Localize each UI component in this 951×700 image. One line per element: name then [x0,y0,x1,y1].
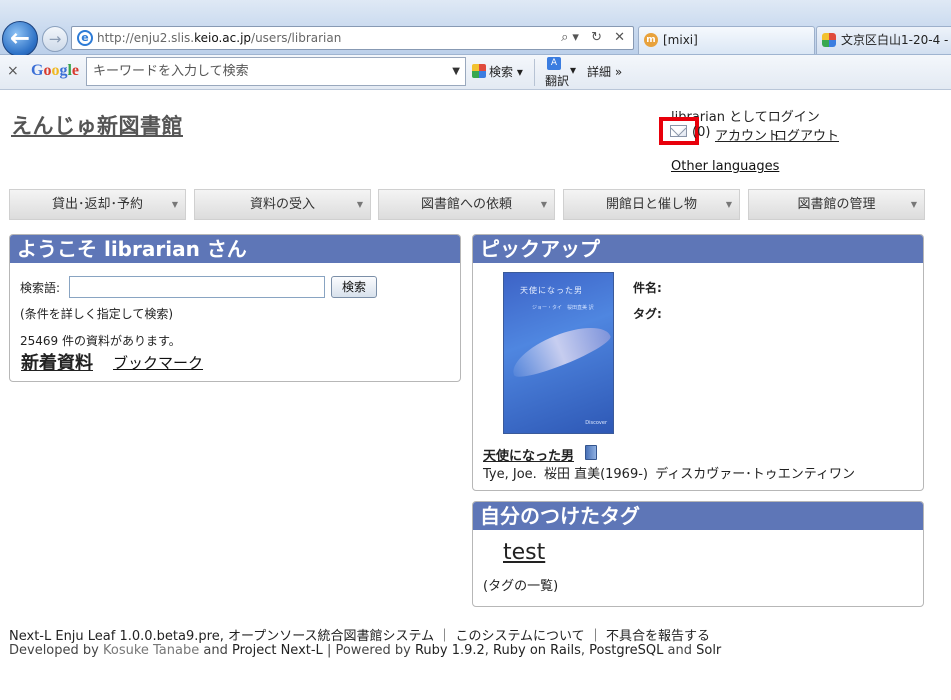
cover-publisher: Discover [585,420,607,426]
toolbar-close-icon[interactable]: × [7,63,19,79]
menu-requests[interactable]: 図書館への依頼 ▼ [378,189,555,220]
caret-down-icon: ▼ [910,200,917,209]
address-bar[interactable]: e http://enju2.slis.keio.ac.jp/users/lib… [71,26,634,50]
toolbar-divider [534,59,535,86]
google-logo: Google [31,62,80,79]
google-maps-icon [822,33,836,47]
back-button[interactable]: ← [2,21,38,57]
my-tags-heading: 自分のつけたタグ [473,502,923,530]
book-title-link[interactable]: 天使になった男 [483,445,574,464]
bookmark-link[interactable]: ブックマーク [113,352,203,373]
feather-illustration [506,316,613,384]
report-bug-link[interactable]: 不具合を報告する [606,629,710,644]
google-toolbar: × Google キーワードを入力して検索 ▼ 検索 ▾ A 翻訳 ▾ 詳細 » [0,55,951,90]
resource-count: 25469 件の資料があります。 [20,334,181,348]
google-icon [472,64,486,78]
tag-list: (タグの一覧) [483,579,559,594]
caret-down-icon: ▼ [540,200,547,209]
tab-mixi[interactable]: m [mixi] [638,26,815,54]
project-link[interactable]: Project Next-L [232,643,323,658]
ruby-link[interactable]: Ruby 1.9.2 [415,643,485,658]
rails-link[interactable]: Ruby on Rails [493,643,581,658]
menu-events[interactable]: 開館日と催し物 ▼ [563,189,740,220]
logout-link[interactable]: ログアウト [774,125,839,144]
menu-circulation[interactable]: 貸出･返却･予約 ▼ [9,189,186,220]
translate-icon: A [547,57,561,70]
site-title[interactable]: えんじゅ新図書館 [11,110,183,140]
tag-label: タグ: [633,307,662,321]
address-tools[interactable]: ⌕▾ ↻ ✕ [561,27,629,49]
pickup-heading: ピックアップ [473,235,923,263]
welcome-panel: ようこそ librarian さん 検索語: 検索 (条件を詳しく指定して検索)… [9,234,461,382]
caret-down-icon: ▼ [171,200,178,209]
footer-line-2: Developed by Kosuke Tanabe and Project N… [9,643,722,658]
other-languages-link[interactable]: Other languages [671,159,779,174]
tag-list-link[interactable]: タグの一覧 [488,579,553,594]
chevron-down-icon[interactable]: ▾ [570,63,576,77]
creator-list: Tye, Joe. 桜田 直美(1969-) ディスカヴァー･トゥエンティワン [483,463,858,482]
creator-link[interactable]: 桜田 直美(1969-) [544,467,648,482]
creator-link[interactable]: Tye, Joe. [483,467,537,482]
main-menu: 貸出･返却･予約 ▼ 資料の受入 ▼ 図書館への依頼 ▼ 開館日と催し物 ▼ 図書館の管… [9,189,927,220]
caret-down-icon: ▼ [356,200,363,209]
about-link[interactable]: このシステムについて [455,629,584,644]
chevron-down-icon[interactable]: ▼ [452,58,460,85]
product-link[interactable]: Next-L Enju Leaf 1.0.0.beta9.pre [9,629,220,644]
footer-line-1: Next-L Enju Leaf 1.0.0.beta9.pre, オープンソー… [9,629,710,644]
forward-button[interactable]: → [42,26,68,52]
publisher-link[interactable]: ディスカヴァー･トゥエンティワン [655,467,855,482]
search-input[interactable] [69,276,325,298]
caret-down-icon: ▼ [725,200,732,209]
subject-label: 件名: [633,281,662,295]
mixi-icon: m [644,33,658,47]
cover-author: ジョー・タイ 桜田直美 訳 [532,305,594,311]
toolbar-translate-button[interactable]: 翻訳 [545,72,569,89]
toolbar-more-button[interactable]: 詳細 » [587,63,622,80]
menu-acquisition[interactable]: 資料の受入 ▼ [194,189,371,220]
search-button[interactable]: 検索 [331,276,377,298]
advanced-search: (条件を詳しく指定して検索) [20,307,174,321]
address-url: http://enju2.slis.keio.ac.jp/users/libra… [97,31,342,45]
toolbar-search-input[interactable]: キーワードを入力して検索 ▼ [86,57,466,86]
pickup-panel: ピックアップ 天使になった男 ジョー・タイ 桜田直美 訳 Discover 件名… [472,234,924,491]
mail-count: (0) [692,125,711,140]
book-icon [585,445,597,460]
postgresql-link[interactable]: PostgreSQL [589,643,663,658]
solr-link[interactable]: Solr [696,643,721,658]
browser-chrome: ← → e http://enju2.slis.keio.ac.jp/users… [0,0,951,57]
tag-link[interactable]: test [503,540,545,565]
author-link[interactable]: Kosuke Tanabe [103,643,199,658]
toolbar-search-button[interactable]: 検索 ▾ [472,63,523,80]
tab-map[interactable]: 文京区白山1-20-4 - [816,26,951,54]
account-link[interactable]: アカウント [715,125,780,144]
book-cover[interactable]: 天使になった男 ジョー・タイ 桜田直美 訳 Discover [503,272,614,434]
search-label: 検索語: [20,281,61,295]
my-tags-panel: 自分のつけたタグ test (タグの一覧) [472,501,924,607]
advanced-search-link[interactable]: 条件を詳しく指定して検索 [25,307,169,321]
menu-admin[interactable]: 図書館の管理 ▼ [748,189,925,220]
new-items-link[interactable]: 新着資料 [21,349,93,375]
welcome-heading: ようこそ librarian さん [10,235,460,263]
ie-page-icon: e [77,30,93,46]
cover-title: 天使になった男 [520,286,583,295]
